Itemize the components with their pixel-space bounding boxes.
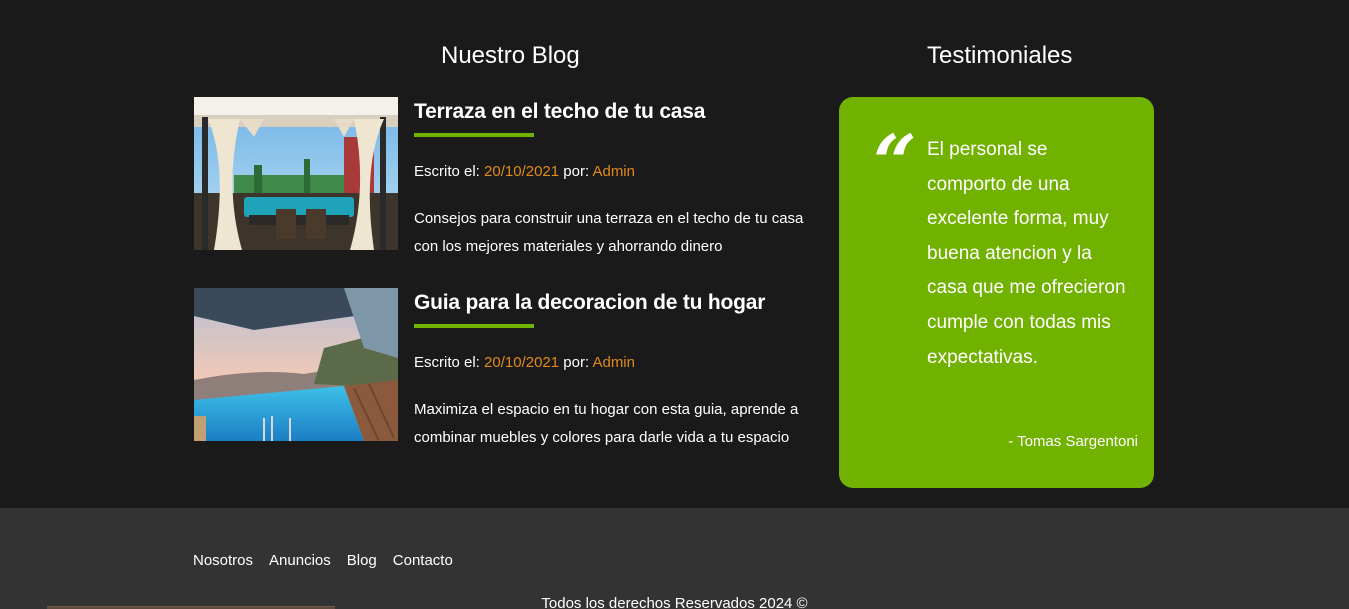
footer-link-nosotros[interactable]: Nosotros <box>193 551 253 571</box>
heading-underline <box>414 133 534 137</box>
heading-underline <box>414 324 534 328</box>
blog-entry-meta: Escrito el: 20/10/2021 por: Admin <box>414 352 819 374</box>
blog-entry: Guia para la decoracion de tu hogar Escr… <box>194 288 819 446</box>
blog-entry: Terraza en el techo de tu casa Escrito e… <box>194 97 819 255</box>
testimonial-card: “ El personal se comporto de una excelen… <box>839 97 1154 488</box>
blog-entry-excerpt: Maximiza el espacio en tu hogar con esta… <box>414 401 799 446</box>
meta-written-label: Escrito el: <box>414 163 485 180</box>
testimonial-text: El personal se comporto de una excelente… <box>927 139 1126 368</box>
infinity-pool-image[interactable] <box>194 288 398 441</box>
testimonial-author: - Tomas Sargentoni <box>1008 433 1138 450</box>
blog-entry-date: 20/10/2021 <box>484 163 560 180</box>
quote-icon: “ <box>873 118 917 207</box>
footer-link-blog[interactable]: Blog <box>347 551 377 571</box>
blog-entry-author[interactable]: Admin <box>592 163 635 180</box>
blog-entry-heading[interactable]: Guia para la decoracion de tu hogar <box>414 288 819 318</box>
meta-by-label: por: <box>559 163 593 180</box>
footer-nav: Nosotros Anuncios Blog Contacto <box>193 551 453 571</box>
blog-entry-body: Guia para la decoracion de tu hogar Escr… <box>414 288 819 452</box>
footer-link-contacto[interactable]: Contacto <box>393 551 453 571</box>
blog-entry-body: Terraza en el techo de tu casa Escrito e… <box>414 97 819 261</box>
blog-entry-author[interactable]: Admin <box>592 354 635 371</box>
meta-written-label: Escrito el: <box>414 354 485 371</box>
blog-entry-meta: Escrito el: 20/10/2021 por: Admin <box>414 161 819 183</box>
site-footer: Nosotros Anuncios Blog Contacto Todos lo… <box>0 508 1349 609</box>
blog-entry-date: 20/10/2021 <box>484 354 560 371</box>
testimonials-section-title: Testimoniales <box>927 42 1073 69</box>
blog-section-title: Nuestro Blog <box>441 42 580 69</box>
main-section: Nuestro Blog Terraza en el techo de tu c… <box>0 0 1349 508</box>
blog-entry-excerpt: Consejos para construir una terraza en e… <box>414 210 804 255</box>
blog-entry-heading[interactable]: Terraza en el techo de tu casa <box>414 97 819 127</box>
footer-link-anuncios[interactable]: Anuncios <box>269 551 331 571</box>
rooftop-terrace-image[interactable] <box>194 97 398 250</box>
meta-by-label: por: <box>559 354 593 371</box>
